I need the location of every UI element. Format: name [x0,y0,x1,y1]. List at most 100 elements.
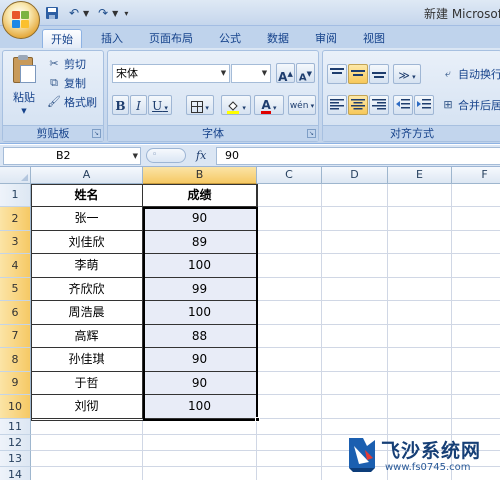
bold-button[interactable]: B [112,95,129,115]
row-header[interactable]: 11 [0,419,31,435]
empty-cell[interactable] [452,301,500,325]
empty-cell[interactable] [452,207,500,231]
row-header[interactable]: 6 [0,301,31,325]
empty-cell[interactable] [388,348,452,372]
empty-cell[interactable] [322,325,388,348]
font-size-combo[interactable]: ▼ [231,64,271,83]
formula-expand-handle[interactable]: ◦ [146,148,186,163]
empty-cell[interactable] [31,435,143,451]
name-cell[interactable]: 于哲 [31,372,143,395]
name-box[interactable]: B2 ▼ [3,147,141,165]
row-header[interactable]: 13 [0,451,31,467]
customize-qat-icon[interactable]: ▾ [124,9,128,18]
align-top-button[interactable] [327,64,347,84]
empty-cell[interactable] [452,419,500,435]
row-header[interactable]: 2 [0,207,31,231]
empty-cell[interactable] [257,467,322,480]
tab-data[interactable]: 数据 [258,29,298,48]
underline-button[interactable]: U ▾ [148,95,172,115]
empty-cell[interactable] [388,231,452,254]
empty-cell[interactable] [257,184,322,207]
row-header[interactable]: 10 [0,395,31,419]
tab-insert[interactable]: 插入 [92,29,132,48]
column-header-c[interactable]: C [257,167,322,184]
name-cell[interactable]: 张一 [31,207,143,231]
empty-cell[interactable] [322,395,388,419]
cut-button[interactable]: ✂ 剪切 [47,55,86,73]
empty-cell[interactable] [257,231,322,254]
font-name-combo[interactable]: 宋体 ▼ [112,64,230,83]
empty-cell[interactable] [143,467,257,480]
name-cell[interactable]: 周浩晨 [31,301,143,325]
name-cell[interactable]: 孙佳琪 [31,348,143,372]
empty-cell[interactable] [322,301,388,325]
italic-button[interactable]: I [130,95,147,115]
align-center-button[interactable] [348,95,368,115]
phonetic-guide-button[interactable]: wén ▾ [288,95,316,115]
borders-button[interactable]: ▾ [186,95,214,115]
clipboard-launcher-icon[interactable]: ↘ [92,129,101,138]
empty-cell[interactable] [31,467,143,480]
row-header[interactable]: 12 [0,435,31,451]
empty-cell[interactable] [257,419,322,435]
empty-cell[interactable] [388,301,452,325]
tab-view[interactable]: 视图 [354,29,394,48]
header-cell-score[interactable]: 成绩 [143,184,257,207]
empty-cell[interactable] [388,207,452,231]
font-name-dropdown-icon[interactable]: ▼ [218,65,229,82]
empty-cell[interactable] [388,395,452,419]
name-cell[interactable]: 李萌 [31,254,143,278]
redo-icon[interactable]: ↷ [95,5,111,21]
tab-page-layout[interactable]: 页面布局 [142,29,200,48]
redo-dropdown-icon[interactable]: ▼ [112,9,118,18]
tab-review[interactable]: 审阅 [306,29,346,48]
header-cell-name[interactable]: 姓名 [31,184,143,207]
empty-cell[interactable] [322,231,388,254]
score-cell[interactable]: 88 [143,325,257,348]
wrap-text-button[interactable]: ⤶ 自动换行 [441,65,500,83]
score-cell[interactable]: 90 [143,348,257,372]
font-size-dropdown-icon[interactable]: ▼ [259,65,270,82]
empty-cell[interactable] [143,435,257,451]
empty-cell[interactable] [143,419,257,435]
formula-input[interactable]: 90 [216,147,500,165]
column-header-b[interactable]: B [143,167,257,184]
insert-function-icon[interactable]: fx [196,149,206,162]
empty-cell[interactable] [452,254,500,278]
copy-button[interactable]: ⧉ 复制 [47,74,86,92]
font-color-button[interactable]: A ▾ [254,95,284,115]
row-header[interactable]: 4 [0,254,31,278]
empty-cell[interactable] [322,207,388,231]
empty-cell[interactable] [257,451,322,467]
score-cell[interactable]: 90 [143,372,257,395]
empty-cell[interactable] [388,372,452,395]
empty-cell[interactable] [257,301,322,325]
column-header-a[interactable]: A [31,167,143,184]
score-cell[interactable]: 89 [143,231,257,254]
empty-cell[interactable] [322,278,388,301]
empty-cell[interactable] [257,254,322,278]
row-header[interactable]: 5 [0,278,31,301]
name-cell[interactable]: 高辉 [31,325,143,348]
fill-color-button[interactable]: ▾ [221,95,251,115]
empty-cell[interactable] [257,372,322,395]
row-header[interactable]: 9 [0,372,31,395]
name-cell[interactable]: 齐欣欣 [31,278,143,301]
shrink-font-button[interactable]: A▼ [296,63,315,83]
empty-cell[interactable] [388,254,452,278]
row-header[interactable]: 14 [0,467,31,480]
paste-button[interactable]: 粘贴 ▼ [7,55,41,119]
empty-cell[interactable] [322,419,388,435]
empty-cell[interactable] [31,419,143,435]
name-box-dropdown-icon[interactable]: ▼ [133,148,138,164]
tab-home[interactable]: 开始 [42,29,82,48]
orientation-button[interactable]: ≫ ▾ [393,64,421,84]
empty-cell[interactable] [257,325,322,348]
row-header[interactable]: 7 [0,325,31,348]
empty-cell[interactable] [452,278,500,301]
empty-cell[interactable] [452,372,500,395]
align-right-button[interactable] [369,95,389,115]
empty-cell[interactable] [257,207,322,231]
column-header-f[interactable]: F [452,167,500,184]
empty-cell[interactable] [388,184,452,207]
